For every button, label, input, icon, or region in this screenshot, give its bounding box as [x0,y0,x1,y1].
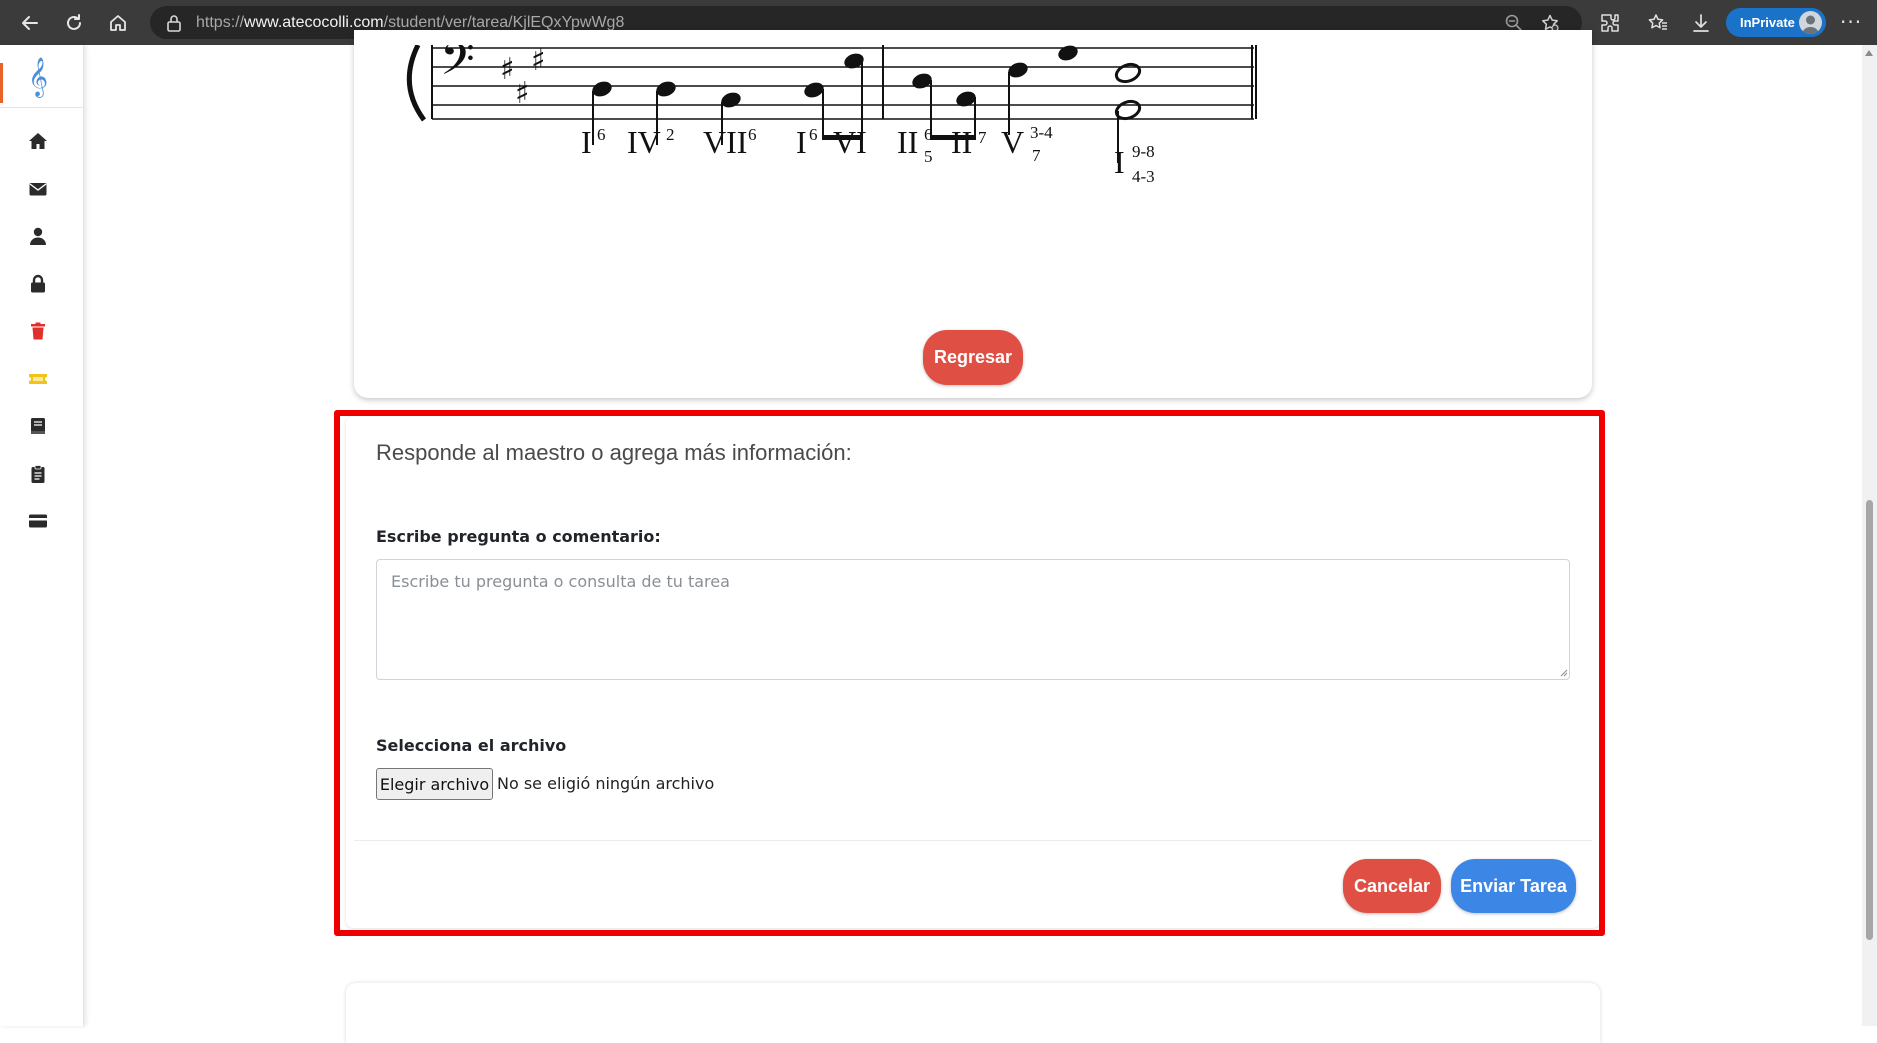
home-button[interactable] [96,0,140,45]
profile-avatar [1799,11,1822,34]
clipboard-icon [31,465,45,483]
svg-text:3-4: 3-4 [1030,123,1053,142]
scrollbar-thumb[interactable] [1866,500,1873,940]
svg-text:I: I [1114,144,1125,180]
ticket-icon [29,374,47,384]
music-score-image: 𝄢 ♯ ♯ ♯ I 6 IV 2 VII 6 I 6 VI II 6 5 II … [376,45,1280,237]
scroll-up-icon[interactable] [1865,50,1873,56]
svg-text:II: II [897,124,918,160]
svg-text:♯: ♯ [531,45,546,78]
back-button[interactable] [8,0,52,45]
book-icon [31,418,45,434]
sidebar-item-courses[interactable] [24,412,52,440]
svg-text:6: 6 [809,125,818,144]
arrow-left-icon [22,15,38,30]
sidebar-active-indicator [0,63,3,103]
inprivate-label: InPrivate [1740,15,1795,30]
svg-text:V: V [1001,124,1024,160]
file-label: Selecciona el archivo [376,736,567,755]
svg-text:♯: ♯ [515,76,530,111]
svg-text:7: 7 [978,128,987,147]
bass-clef-icon: 𝄢 [440,45,475,96]
svg-text:IV: IV [627,124,661,160]
lock-icon [31,274,45,293]
lock-icon [167,14,181,32]
svg-text:6: 6 [748,125,757,144]
svg-text:5: 5 [924,147,933,166]
inprivate-badge[interactable]: InPrivate [1726,8,1826,37]
svg-text:9-8: 9-8 [1132,142,1155,161]
logo-treble-clef-icon[interactable]: 𝄞 [24,57,52,97]
extensions-icon[interactable] [1599,12,1621,34]
refresh-icon [67,13,81,30]
sidebar-item-home[interactable] [24,127,52,155]
resize-grip-icon[interactable] [1559,668,1568,677]
refresh-button[interactable] [52,0,96,45]
home-icon [110,14,126,31]
sidebar-divider [0,107,84,108]
envelope-icon [29,183,47,196]
credit-card-icon [29,514,47,528]
submit-assignment-button[interactable]: Enviar Tarea [1451,859,1576,913]
svg-text:6: 6 [924,125,933,144]
svg-text:I: I [796,124,807,160]
comment-textarea[interactable] [376,559,1570,680]
file-status-text: No se eligió ningún archivo [497,774,715,793]
more-menu-icon[interactable]: ··· [1840,10,1862,34]
sidebar-item-assignments[interactable] [24,460,52,488]
user-icon [30,227,46,245]
svg-text:7: 7 [1032,146,1041,165]
svg-text:2: 2 [666,125,675,144]
home-icon [29,133,47,149]
sidebar: 𝄞 [0,45,84,1026]
svg-text:6: 6 [597,125,606,144]
sidebar-item-messages[interactable] [24,175,52,203]
reply-title: Responde al maestro o agrega más informa… [376,440,852,465]
sidebar-item-profile[interactable] [24,222,52,250]
next-card [346,983,1600,1043]
svg-text:II: II [951,124,972,160]
svg-text:VI: VI [833,124,867,160]
trash-icon [31,322,45,340]
favorites-icon[interactable] [1647,12,1669,34]
sidebar-item-password[interactable] [24,270,52,298]
card-footer-divider [354,840,1592,841]
downloads-icon[interactable] [1690,12,1712,34]
url-text: https://www.atecocolli.com/student/ver/t… [196,13,625,31]
svg-text:VII: VII [703,124,747,160]
roman-numeral-labels: I 6 IV 2 VII 6 I 6 VI II 6 5 II 7 V 3-4 … [581,123,1155,186]
sidebar-item-delete[interactable] [24,317,52,345]
svg-text:I: I [581,124,592,160]
sidebar-item-payments[interactable] [24,507,52,535]
choose-file-button[interactable]: Elegir archivo [376,768,493,800]
page-scrollbar[interactable] [1862,45,1877,1026]
svg-text:♯: ♯ [500,52,515,87]
sidebar-item-tickets[interactable] [24,365,52,393]
svg-text:4-3: 4-3 [1132,167,1155,186]
back-button-regresar[interactable]: Regresar [923,330,1023,385]
person-icon [1802,15,1819,34]
cancel-button[interactable]: Cancelar [1343,859,1441,913]
comment-label: Escribe pregunta o comentario: [376,527,661,546]
